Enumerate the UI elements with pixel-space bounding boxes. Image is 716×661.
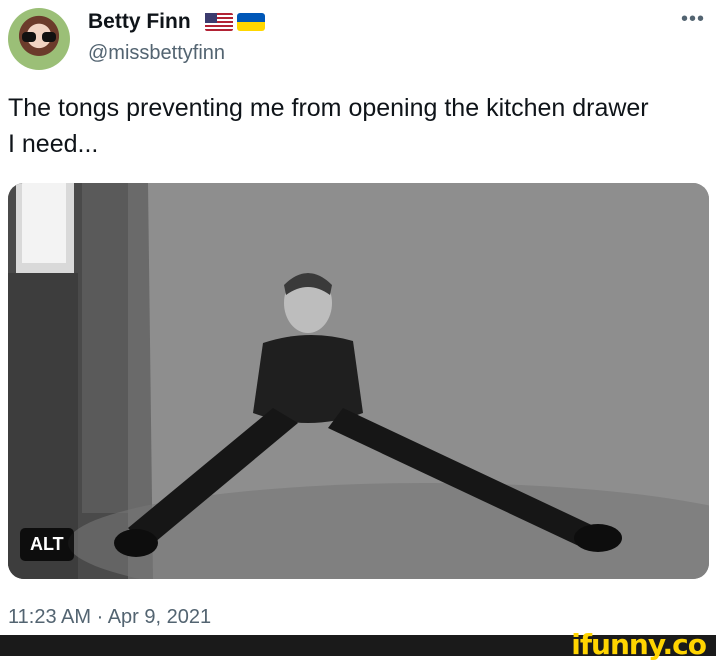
alt-text-button[interactable]: ALT <box>20 528 74 561</box>
tweet-timestamp[interactable]: 11:23 AM · Apr 9, 2021 <box>8 606 211 629</box>
more-options-icon[interactable]: ••• <box>681 8 705 31</box>
tweet-photo[interactable] <box>8 183 709 579</box>
sunglasses-icon <box>22 32 56 42</box>
us-flag-icon <box>205 13 233 31</box>
tweet-text: The tongs preventing me from opening the… <box>8 90 708 162</box>
avatar[interactable] <box>8 8 70 70</box>
tweet-text-line: I need... <box>8 130 99 158</box>
ukraine-flag-icon <box>237 13 265 31</box>
ifunny-watermark: ifunny.co <box>571 628 707 661</box>
author-handle[interactable]: @missbettyfinn <box>88 42 225 65</box>
tweet-text-line: The tongs preventing me from opening the… <box>8 94 649 122</box>
author-name[interactable]: Betty Finn <box>88 10 191 34</box>
flag-emojis <box>205 13 265 31</box>
photo-illustration <box>8 183 709 579</box>
